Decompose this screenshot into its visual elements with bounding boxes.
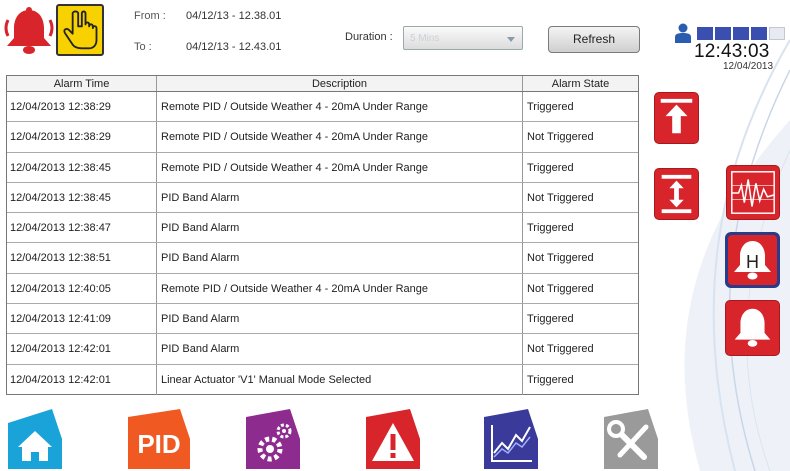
table-row[interactable]: 12/04/2013 12:42:01 PID Band Alarm Not Tri… (7, 334, 638, 365)
alarm-state-cell: Triggered (527, 161, 574, 174)
alarm-state-cell: Not Triggered (527, 282, 594, 295)
description-cell: Remote PID / Outside Weather 4 - 20mA Un… (157, 122, 523, 152)
alarm-state-cell: Not Triggered (527, 252, 594, 265)
alarm-state-cell: Triggered (527, 101, 574, 113)
signal-bar (733, 27, 749, 40)
table-header: Alarm Time Description Alarm State (7, 76, 638, 92)
clock-date: 12/04/2013 (723, 61, 774, 72)
table-row[interactable]: 12/04/2013 12:38:45 Remote PID / Outside … (7, 152, 638, 183)
description-cell: Remote PID / Outside Weather 4 - 20mA Un… (157, 152, 523, 182)
scroll-range-button[interactable] (654, 168, 699, 220)
alarm-time-cell: 12/04/2013 12:38:47 (7, 213, 157, 243)
alarm-time-cell: 12/04/2013 12:38:45 (7, 182, 157, 213)
high-alarm-bell-icon: H (728, 235, 777, 285)
alarm-time-cell: 12/04/2013 12:40:05 (7, 273, 157, 304)
duration-value: 5 Mins (410, 33, 440, 44)
description-cell: PID Band Alarm (157, 334, 523, 364)
alarm-state-cell: Not Triggered (527, 131, 594, 144)
table-row[interactable]: 12/04/2013 12:38:51 PID Band Alarm Not Tri… (7, 243, 638, 274)
description-cell: PID Band Alarm (157, 213, 523, 243)
alarm-state-cell: Not Triggered (527, 191, 594, 204)
alarm-bell-icon (734, 308, 771, 347)
chart-icon[interactable] (484, 409, 538, 469)
to-value: 04/12/13 - 12.43.01 (186, 41, 282, 53)
table-row[interactable]: 12/04/2013 12:38:45 PID Band Alarm Not Tri… (7, 182, 638, 214)
hand-pointer-icon[interactable] (56, 4, 104, 56)
from-label: From : (134, 10, 166, 22)
alarm-state-cell: Triggered (527, 373, 574, 386)
table-row[interactable]: 12/04/2013 12:42:01 Linear Actuator 'V1' … (7, 364, 638, 395)
high-alarm-button[interactable]: H (725, 232, 780, 288)
pid-label: PID (137, 429, 180, 459)
user-icon (675, 23, 691, 43)
alarm-state-cell: Triggered (527, 313, 574, 326)
scroll-to-top-icon (660, 98, 693, 134)
bell-icon[interactable] (2, 6, 56, 56)
signal-bar (751, 27, 767, 40)
duration-select[interactable]: 5 Mins (403, 26, 523, 50)
table-row[interactable]: 12/04/2013 12:38:29 Remote PID / Outside … (7, 92, 638, 123)
signal-bar (697, 27, 713, 40)
table-row[interactable]: 12/04/2013 12:38:29 Remote PID / Outside … (7, 122, 638, 153)
alarm-table: Alarm Time Description Alarm State 12/04… (6, 75, 639, 395)
table-row[interactable]: 12/04/2013 12:40:05 Remote PID / Outside … (7, 273, 638, 305)
signal-bar (769, 27, 785, 40)
alarm-time-cell: 12/04/2013 12:38:29 (7, 92, 157, 122)
column-alarm-time: Alarm Time (7, 76, 157, 91)
alarm-state-cell: Triggered (527, 222, 574, 235)
trend-waveform-icon (731, 171, 775, 214)
tools-icon[interactable] (604, 409, 658, 469)
column-alarm-state: Alarm State (551, 78, 610, 90)
refresh-button[interactable]: Refresh (548, 26, 640, 53)
alarm-time-cell: 12/04/2013 12:38:45 (7, 152, 157, 182)
duration-label: Duration : (345, 31, 393, 43)
description-cell: Remote PID / Outside Weather 4 - 20mA Un… (157, 92, 523, 122)
alarm-time-cell: 12/04/2013 12:41:09 (7, 304, 157, 334)
table-row[interactable]: 12/04/2013 12:41:09 PID Band Alarm Trigger… (7, 304, 638, 335)
scroll-to-top-button[interactable] (654, 92, 699, 144)
column-description: Description (157, 76, 523, 91)
trend-button[interactable] (726, 165, 780, 220)
signal-bar (715, 27, 731, 40)
clock-time: 12:43:03 (694, 41, 770, 62)
warning-icon[interactable] (366, 409, 420, 469)
high-alarm-letter: H (746, 252, 759, 272)
alarm-time-cell: 12/04/2013 12:38:51 (7, 243, 157, 273)
alarm-time-cell: 12/04/2013 12:42:01 (7, 364, 157, 395)
description-cell: PID Band Alarm (157, 182, 523, 213)
alarm-bell-button[interactable] (725, 300, 780, 356)
description-cell: Remote PID / Outside Weather 4 - 20mA Un… (157, 273, 523, 304)
scroll-range-icon (661, 174, 692, 214)
settings-gears-icon[interactable] (246, 409, 300, 469)
alarm-time-cell: 12/04/2013 12:42:01 (7, 334, 157, 364)
alarm-time-cell: 12/04/2013 12:38:29 (7, 122, 157, 152)
description-cell: Linear Actuator 'V1' Manual Mode Selecte… (157, 364, 523, 395)
from-value: 04/12/13 - 12.38.01 (186, 10, 282, 22)
description-cell: PID Band Alarm (157, 243, 523, 273)
description-cell: PID Band Alarm (157, 304, 523, 334)
chevron-down-icon (507, 37, 515, 42)
home-icon[interactable] (8, 409, 62, 469)
alarm-state-cell: Not Triggered (527, 343, 594, 356)
pid-icon[interactable]: PID (128, 409, 190, 469)
table-row[interactable]: 12/04/2013 12:38:47 PID Band Alarm Trigger… (7, 213, 638, 244)
to-label: To : (134, 41, 152, 53)
